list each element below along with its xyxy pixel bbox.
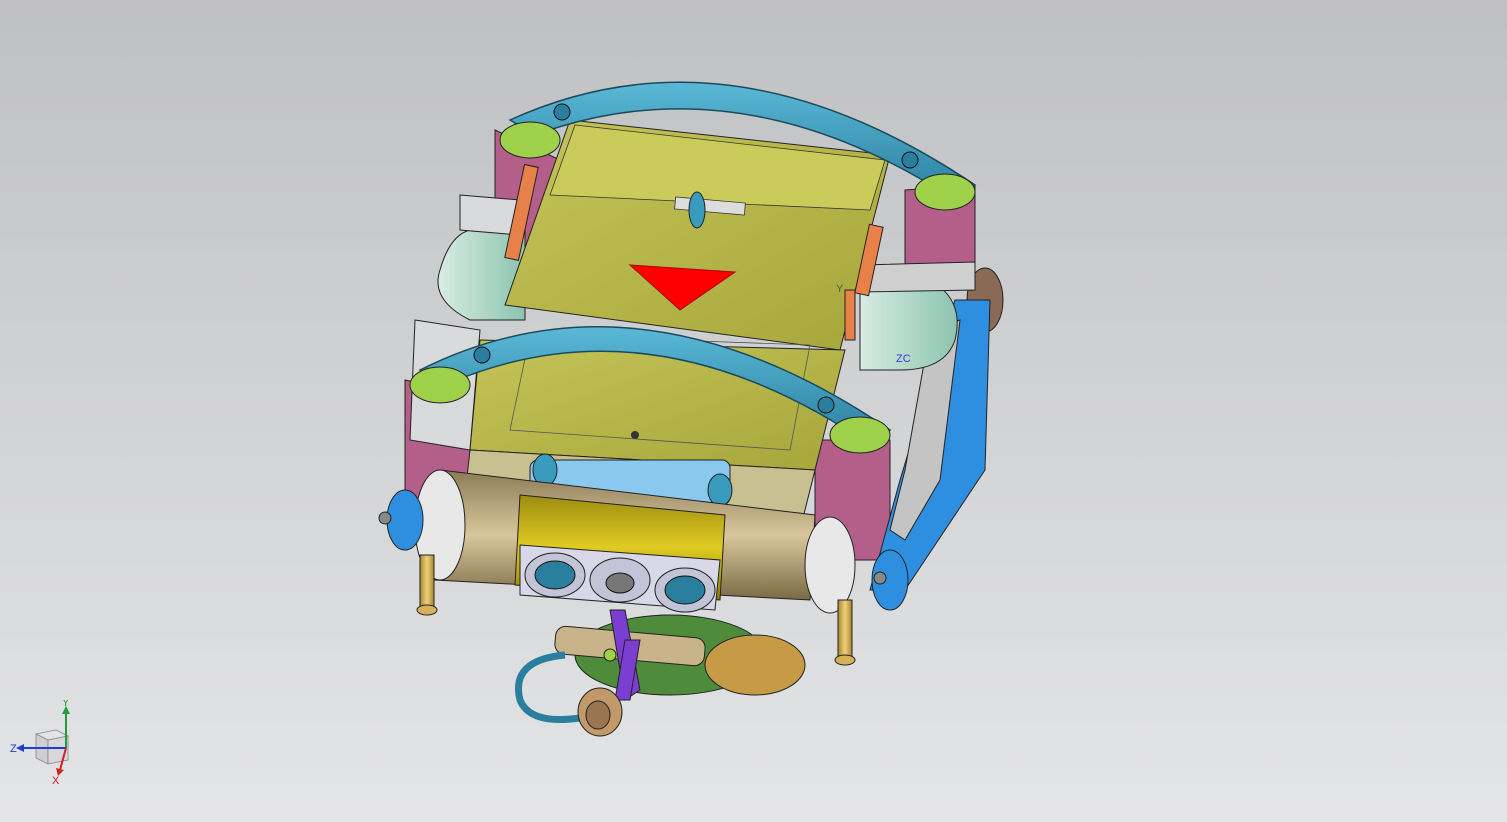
graphics-viewport[interactable]: Y ZC Y Z X: [0, 0, 1507, 822]
triad-y-label: Y: [62, 700, 70, 709]
triad-z-label: Z: [10, 743, 17, 755]
wcs-zc-label: ZC: [896, 353, 911, 365]
view-triad[interactable]: Y Z X: [8, 700, 88, 790]
cad-model-assembly[interactable]: Y ZC: [0, 0, 1507, 822]
triad-x-label: X: [52, 775, 60, 787]
top-cover-plate-rear: [504, 119, 891, 351]
wcs-y-label: Y: [836, 283, 844, 295]
